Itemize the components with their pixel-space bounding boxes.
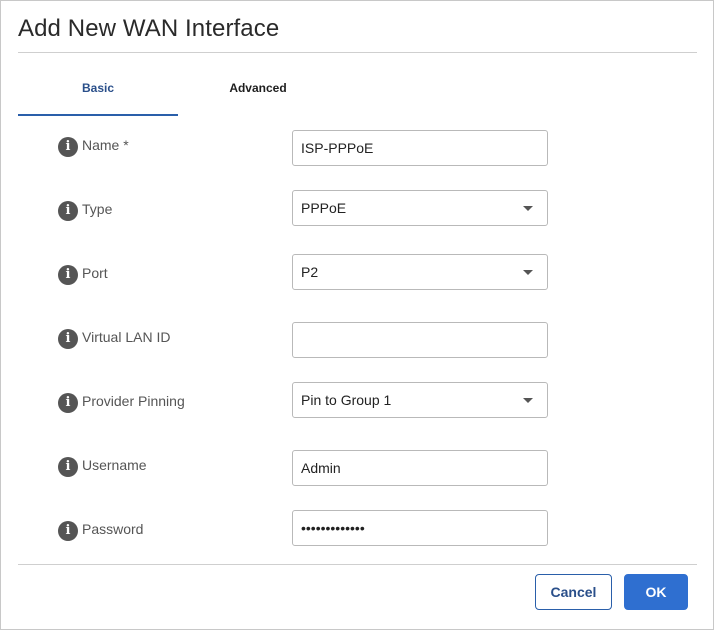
password-input-value: •••••••••••••	[301, 520, 365, 536]
name-label: Name *	[82, 137, 129, 153]
port-info-icon[interactable]: i	[58, 265, 78, 285]
name-info-icon[interactable]: i	[58, 137, 78, 157]
chevron-down-icon	[523, 206, 533, 211]
vlan-input[interactable]	[292, 322, 548, 358]
password-row: i Password •••••••••••••	[1, 510, 714, 546]
vlan-row: i Virtual LAN ID	[1, 322, 714, 358]
tab-advanced[interactable]: Advanced	[178, 81, 338, 115]
port-label: Port	[82, 265, 108, 281]
password-input[interactable]: •••••••••••••	[292, 510, 548, 546]
password-label: Password	[82, 521, 144, 537]
cancel-button[interactable]: Cancel	[535, 574, 612, 610]
add-wan-interface-dialog: Add New WAN Interface Basic Advanced i N…	[0, 0, 714, 630]
chevron-down-icon	[523, 398, 533, 403]
chevron-down-icon	[523, 270, 533, 275]
provider-pinning-info-icon[interactable]: i	[58, 393, 78, 413]
ok-button[interactable]: OK	[624, 574, 688, 610]
type-label: Type	[82, 201, 113, 217]
username-info-icon[interactable]: i	[58, 457, 78, 477]
provider-pinning-row: i Provider Pinning Pin to Group 1	[1, 382, 714, 418]
username-row: i Username Admin	[1, 450, 714, 486]
type-select[interactable]: PPPoE	[292, 190, 548, 226]
username-label: Username	[82, 457, 147, 473]
port-select-value: P2	[301, 264, 319, 280]
provider-pinning-select[interactable]: Pin to Group 1	[292, 382, 548, 418]
tab-advanced-label: Advanced	[229, 81, 287, 95]
name-input[interactable]: ISP-PPPoE	[292, 130, 548, 166]
username-input-value: Admin	[301, 460, 341, 476]
vlan-info-icon[interactable]: i	[58, 329, 78, 349]
password-info-icon[interactable]: i	[58, 521, 78, 541]
provider-pinning-label: Provider Pinning	[82, 393, 185, 409]
vlan-label: Virtual LAN ID	[82, 329, 171, 345]
type-row: i Type PPPoE	[1, 190, 714, 226]
tab-basic[interactable]: Basic	[18, 81, 178, 116]
name-input-value: ISP-PPPoE	[301, 140, 374, 156]
port-select[interactable]: P2	[292, 254, 548, 290]
dialog-title: Add New WAN Interface	[18, 15, 280, 42]
username-input[interactable]: Admin	[292, 450, 548, 486]
tab-basic-label: Basic	[81, 81, 115, 95]
provider-pinning-value: Pin to Group 1	[301, 392, 392, 408]
type-info-icon[interactable]: i	[58, 201, 78, 221]
title-divider	[18, 52, 697, 53]
type-select-value: PPPoE	[301, 200, 347, 216]
port-row: i Port P2	[1, 254, 714, 290]
footer-divider	[18, 564, 697, 565]
name-row: i Name * ISP-PPPoE	[1, 130, 714, 166]
